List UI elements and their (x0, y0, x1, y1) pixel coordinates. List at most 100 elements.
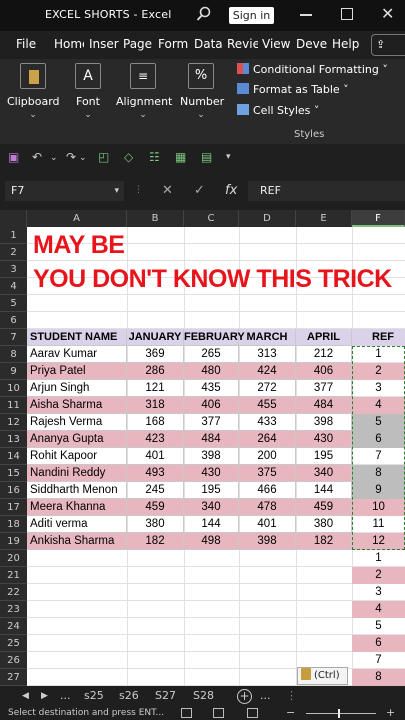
row-header[interactable]: 15 (0, 465, 27, 482)
tab-home[interactable]: Home (54, 37, 84, 51)
row-header[interactable]: 18 (0, 516, 27, 533)
pasted-ref-cell[interactable]: 3 (352, 584, 405, 601)
column-header-e[interactable]: E (296, 210, 352, 227)
student-name-cell[interactable]: Nandini Reddy (27, 465, 127, 482)
student-name-cell[interactable]: Rajesh Verma (27, 414, 127, 431)
zoom-slider-thumb[interactable] (338, 709, 340, 718)
header-april[interactable]: APRIL (296, 329, 352, 346)
score-cell-apr[interactable]: 406 (296, 363, 352, 380)
grid-icon[interactable]: ▦ (175, 150, 186, 164)
score-cell-jan[interactable]: 286 (127, 363, 184, 380)
score-cell-feb[interactable]: 430 (184, 465, 239, 482)
minimize-icon[interactable] (300, 14, 312, 16)
score-cell-mar[interactable]: 478 (239, 499, 296, 516)
row-header[interactable]: 8 (0, 346, 27, 363)
row-header[interactable]: 2 (0, 244, 27, 261)
score-cell-mar[interactable]: 466 (239, 482, 296, 499)
chevron-down-icon[interactable]: ⌄ (50, 153, 58, 163)
column-header-b[interactable]: B (127, 210, 184, 227)
score-cell-apr[interactable]: 144 (296, 482, 352, 499)
prev-sheet-icon[interactable]: ◀ (22, 691, 29, 701)
undo-icon[interactable]: ↶ (32, 150, 42, 164)
customize-toolbar-icon[interactable]: ▾ (226, 152, 231, 162)
row-header[interactable]: 13 (0, 431, 27, 448)
score-cell-apr[interactable]: 182 (296, 533, 352, 550)
score-cell-jan[interactable]: 493 (127, 465, 184, 482)
enter-icon[interactable]: ✓ (194, 183, 205, 198)
cancel-icon[interactable]: ✕ (162, 183, 173, 198)
row-header[interactable]: 20 (0, 550, 27, 567)
score-cell-jan[interactable]: 380 (127, 516, 184, 533)
score-cell-apr[interactable]: 212 (296, 346, 352, 363)
score-cell-apr[interactable]: 398 (296, 414, 352, 431)
drag-handle-icon[interactable]: ⋮ (286, 689, 297, 702)
tab-data[interactable]: Data (194, 37, 223, 51)
score-cell-jan[interactable]: 245 (127, 482, 184, 499)
student-name-cell[interactable]: Priya Patel (27, 363, 127, 380)
row-header[interactable]: 9 (0, 363, 27, 380)
score-cell-apr[interactable]: 195 (296, 448, 352, 465)
student-name-cell[interactable]: Aisha Sharma (27, 397, 127, 414)
zoom-slider[interactable] (306, 709, 376, 718)
form-icon[interactable]: ◰ (98, 150, 109, 164)
score-cell-mar[interactable]: 398 (239, 533, 296, 550)
score-cell-mar[interactable]: 424 (239, 363, 296, 380)
score-cell-feb[interactable]: 377 (184, 414, 239, 431)
row-header[interactable]: 6 (0, 312, 27, 329)
row-header[interactable]: 14 (0, 448, 27, 465)
tab-review[interactable]: Review (227, 37, 258, 51)
pasted-ref-cell[interactable]: 7 (352, 652, 405, 669)
page-break-icon[interactable] (247, 708, 258, 718)
tab-view[interactable]: View (262, 37, 292, 51)
tab-page-layout[interactable]: Page (123, 37, 154, 51)
pasted-ref-cell[interactable]: 6 (352, 635, 405, 652)
score-cell-feb[interactable]: 398 (184, 448, 239, 465)
score-cell-mar[interactable]: 264 (239, 431, 296, 448)
ref-header-cell[interactable]: REF (352, 329, 405, 346)
student-name-cell[interactable]: Aditi verma (27, 516, 127, 533)
score-cell-feb[interactable]: 484 (184, 431, 239, 448)
header-march[interactable]: MARCH (239, 329, 296, 346)
row-header[interactable]: 3 (0, 261, 27, 278)
tab-formulas[interactable]: Formulas (158, 37, 189, 51)
row-header[interactable]: 12 (0, 414, 27, 431)
formula-input[interactable]: REF (248, 181, 405, 201)
tab-insert[interactable]: Insert (89, 37, 119, 51)
row-header[interactable]: 10 (0, 380, 27, 397)
format-as-table-button[interactable]: Format as Table ˅ (237, 83, 349, 96)
score-cell-jan[interactable]: 168 (127, 414, 184, 431)
score-cell-feb[interactable]: 144 (184, 516, 239, 533)
print-icon[interactable]: ▤ (201, 150, 212, 164)
score-cell-feb[interactable]: 340 (184, 499, 239, 516)
number-group[interactable]: % Number ⌄ (180, 63, 224, 120)
row-header[interactable]: 17 (0, 499, 27, 516)
close-icon[interactable]: ✕ (381, 4, 394, 23)
pasted-ref-cell[interactable]: 2 (352, 567, 405, 584)
row-header[interactable]: 27 (0, 669, 27, 686)
sheet-tab-s25[interactable]: s25 (84, 689, 104, 702)
score-cell-mar[interactable]: 455 (239, 397, 296, 414)
score-cell-jan[interactable]: 459 (127, 499, 184, 516)
score-cell-mar[interactable]: 401 (239, 516, 296, 533)
row-header[interactable]: 19 (0, 533, 27, 550)
shapes-icon[interactable]: ◇ (124, 150, 133, 164)
score-cell-apr[interactable]: 484 (296, 397, 352, 414)
paste-options-button[interactable]: (Ctrl) ▾ (297, 667, 348, 697)
sign-in-button[interactable]: Sign in (229, 7, 274, 24)
sheet-tab-more-left[interactable]: ... (60, 689, 71, 702)
score-cell-feb[interactable]: 498 (184, 533, 239, 550)
search-icon[interactable] (196, 6, 212, 22)
student-name-cell[interactable]: Arjun Singh (27, 380, 127, 397)
row-header[interactable]: 21 (0, 567, 27, 584)
header-student-name[interactable]: STUDENT NAME (27, 329, 127, 346)
clipboard-group[interactable]: Clipboard ⌄ (7, 63, 60, 120)
normal-view-icon[interactable] (181, 708, 192, 718)
row-header[interactable]: 7 (0, 329, 27, 346)
spreadsheet-grid[interactable]: A B C D E F 1 2 3 4 5 6 7 8 9 10 11 12 13 14 15 16 17 18 1… (0, 210, 405, 686)
insert-function-button[interactable]: fx (225, 183, 237, 198)
redo-icon[interactable]: ↷ (66, 150, 76, 164)
row-header[interactable]: 22 (0, 584, 27, 601)
list-icon[interactable]: ☷ (149, 150, 160, 164)
row-header[interactable]: 4 (0, 278, 27, 295)
conditional-formatting-button[interactable]: Conditional Formatting ˅ (237, 63, 388, 76)
